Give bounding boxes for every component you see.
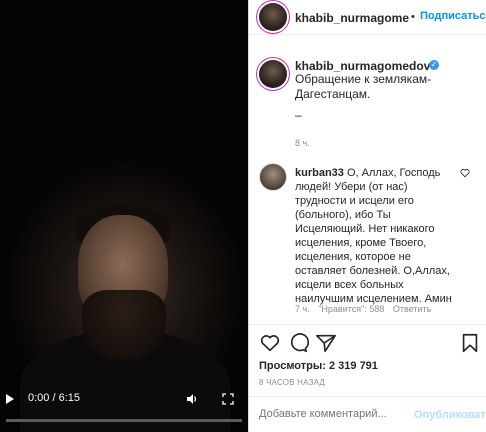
comment-likes[interactable]: "Нравится": 588 [318, 304, 384, 314]
caption-avatar[interactable] [259, 60, 287, 88]
bookmark-icon[interactable] [459, 332, 481, 354]
verified-badge-icon: ✓ [429, 60, 439, 70]
fullscreen-icon[interactable] [222, 393, 234, 405]
video-frame-beard [82, 290, 166, 360]
share-icon[interactable] [315, 332, 337, 354]
post-header: khabib_nurmagomedov • Подписаться [249, 0, 486, 35]
follow-button[interactable]: Подписаться [420, 10, 486, 22]
composer-divider [249, 396, 486, 397]
video-controls: 0:00 / 6:15 [0, 388, 248, 432]
post-timestamp[interactable]: 8 ЧАСОВ НАЗАД [259, 378, 325, 387]
like-comment-heart-icon[interactable] [460, 168, 470, 178]
views-count[interactable]: Просмотры: 2 319 791 [259, 360, 378, 372]
author-username[interactable]: khabib_nurmagomedov [295, 11, 409, 25]
comment: kurban33 О, Аллах, Господь людей! Убери … [295, 166, 455, 306]
post-caption: Обращение к землякам-Дагестанцам. [295, 72, 432, 101]
post-actions [255, 332, 481, 356]
video-progress-bar[interactable] [6, 419, 242, 422]
video-player[interactable]: 0:00 / 6:15 [0, 0, 248, 432]
comment-meta: 7 ч. "Нравится": 588 Ответить [295, 304, 437, 314]
like-heart-icon[interactable] [259, 332, 281, 354]
caption-username[interactable]: khabib_nurmagomedov [295, 59, 430, 73]
comment-input[interactable] [259, 408, 399, 420]
caption-dash: – [295, 108, 302, 122]
comment-icon[interactable] [287, 332, 309, 354]
comment-time[interactable]: 7 ч. [295, 304, 310, 314]
publish-button[interactable]: Опубликовать [414, 409, 486, 421]
volume-icon[interactable] [186, 393, 198, 405]
post-panel: khabib_nurmagomedov • Подписаться khabib… [248, 0, 486, 432]
post-time[interactable]: 8 ч. [295, 138, 310, 148]
video-time: 0:00 / 6:15 [28, 392, 80, 404]
comment-username[interactable]: kurban33 [295, 167, 344, 179]
play-icon[interactable] [6, 394, 14, 404]
author-avatar[interactable] [259, 3, 287, 31]
commenter-avatar[interactable] [259, 163, 287, 191]
comment-body: О, Аллах, Господь людей! Убери (от нас) … [295, 167, 452, 305]
separator-dot: • [411, 11, 415, 23]
reply-button[interactable]: Ответить [393, 304, 431, 314]
views-number: 2 319 791 [328, 360, 378, 372]
views-label: Просмотры: [259, 360, 326, 372]
actions-divider [249, 324, 486, 325]
